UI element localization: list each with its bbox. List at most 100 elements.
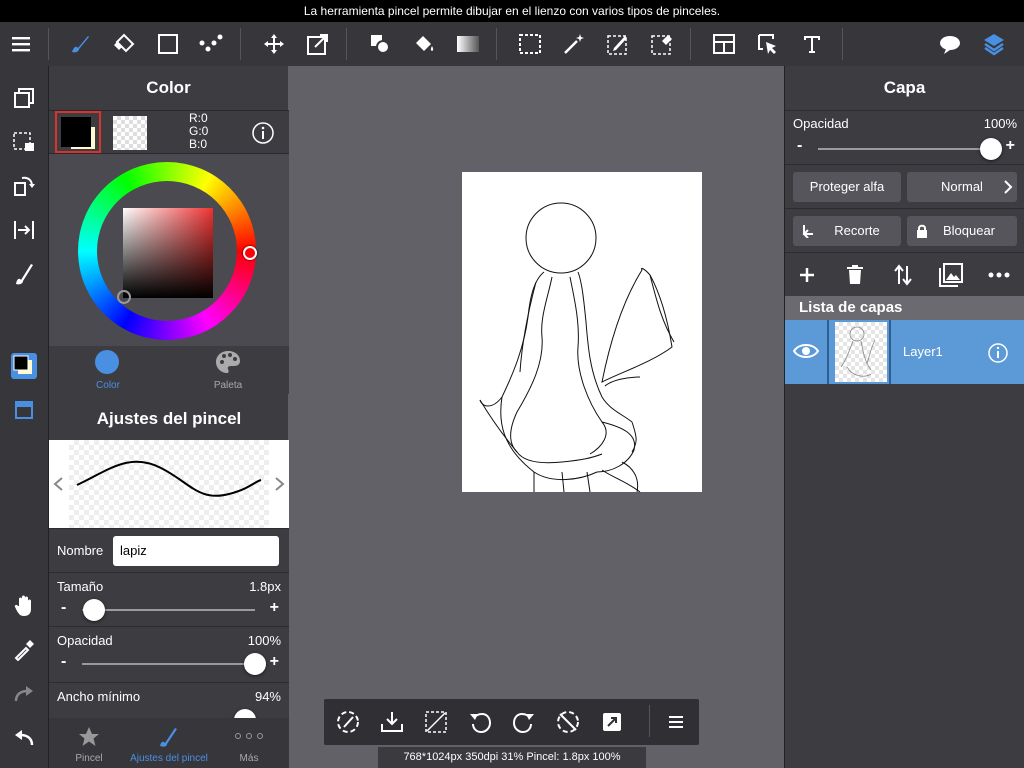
redo-icon[interactable]	[0, 674, 48, 714]
canvas-menu-icon[interactable]	[656, 700, 696, 744]
tab-brush-settings[interactable]: Ajustes del pincel	[129, 718, 209, 768]
opacity-increase-button[interactable]: +	[270, 653, 279, 671]
dots-icon[interactable]	[192, 22, 232, 66]
layer-opacity-row: Opacidad 100% - +	[785, 110, 1024, 164]
transform-icon[interactable]	[298, 22, 338, 66]
gradient-icon[interactable]	[448, 22, 488, 66]
move-icon[interactable]	[254, 22, 294, 66]
layer-opacity-track[interactable]	[818, 148, 991, 150]
star-icon	[79, 727, 99, 746]
chevron-right-icon	[275, 477, 285, 491]
flip-icon[interactable]	[0, 210, 48, 250]
color-brush-panel: Color R:0 G:0 B:0 Color Paleta Ajustes d…	[48, 66, 289, 768]
layer-thumbnail	[835, 322, 887, 382]
transparent-color-swatch[interactable]	[113, 116, 147, 150]
hand-icon[interactable]	[0, 586, 48, 626]
select-rect-icon[interactable]	[510, 22, 550, 66]
frame-icon[interactable]	[704, 22, 744, 66]
save-download-icon[interactable]	[372, 700, 412, 744]
drawing-canvas[interactable]	[462, 172, 702, 492]
add-layer-icon[interactable]	[787, 253, 827, 297]
brush-preview[interactable]	[49, 440, 289, 528]
primary-color-swatch[interactable]	[55, 111, 101, 153]
blend-mode-select[interactable]: Normal	[907, 172, 1017, 202]
color-swatch-icon[interactable]	[0, 346, 48, 386]
reset-view-icon[interactable]	[548, 700, 588, 744]
clear-selection-icon[interactable]	[416, 700, 456, 744]
rectangle-icon[interactable]	[148, 22, 188, 66]
rotate-right-icon[interactable]	[504, 700, 544, 744]
min-width-value: 94%	[254, 689, 281, 704]
opacity-slider-knob[interactable]	[244, 653, 266, 675]
status-bar: 768*1024px 350dpi 31% Pincel: 1.8px 100%	[378, 747, 646, 768]
palette-icon	[215, 350, 241, 374]
opacity-decrease-button[interactable]: -	[61, 653, 66, 671]
layer-name: Layer1	[903, 344, 943, 359]
sketch-drawing	[479, 202, 675, 492]
eyedropper-icon[interactable]	[0, 630, 48, 670]
brush-rail-icon[interactable]	[0, 254, 48, 294]
layers-icon[interactable]	[974, 22, 1014, 66]
layer-info-icon[interactable]	[987, 342, 1009, 364]
select-pen-icon[interactable]	[598, 22, 638, 66]
layer-panel-title: Capa	[883, 78, 926, 97]
size-slider-track[interactable]	[82, 609, 255, 611]
brush-icon[interactable]	[60, 22, 100, 66]
min-width-slider-knob[interactable]	[233, 709, 256, 718]
magic-wand-icon[interactable]	[554, 22, 594, 66]
share-icon[interactable]	[592, 700, 632, 744]
tab-palette[interactable]: Paleta	[169, 346, 287, 394]
layer-image-icon[interactable]	[931, 253, 971, 297]
layer-opacity-label: Opacidad	[793, 116, 849, 131]
size-slider-knob[interactable]	[83, 599, 106, 621]
bucket-icon[interactable]	[404, 22, 444, 66]
tab-more[interactable]: Más	[209, 718, 289, 768]
app-window: La herramienta pincel permite dibujar en…	[0, 0, 1024, 768]
info-icon[interactable]	[251, 121, 275, 145]
opacity-label: Opacidad	[57, 633, 113, 648]
protect-alpha-button[interactable]: Proteger alfa	[793, 172, 901, 202]
tab-color[interactable]: Color	[49, 346, 167, 394]
color-swatch-row: R:0 G:0 B:0	[49, 110, 289, 154]
clipping-button[interactable]: Recorte	[793, 216, 901, 246]
name-label: Nombre	[57, 543, 104, 558]
move-layer-icon[interactable]	[883, 253, 923, 297]
saturation-square[interactable]	[123, 208, 213, 298]
chevron-right-icon	[1004, 180, 1013, 194]
shape-fill-icon[interactable]	[360, 22, 400, 66]
left-tool-rail	[0, 66, 48, 768]
opacity-slider-track[interactable]	[82, 663, 255, 665]
eraser-icon[interactable]	[104, 22, 144, 66]
rotate-left-icon[interactable]	[460, 700, 500, 744]
speech-icon[interactable]	[930, 22, 970, 66]
brush-name-input[interactable]: lapiz	[113, 536, 279, 566]
layer-row[interactable]: Layer1	[785, 320, 1024, 384]
more-options-icon[interactable]	[979, 253, 1019, 297]
pointer-icon[interactable]	[748, 22, 788, 66]
hue-marker[interactable]	[243, 246, 257, 260]
layer-opacity-decrease[interactable]: -	[797, 137, 802, 155]
delete-layer-icon[interactable]	[835, 253, 875, 297]
select-eraser-icon[interactable]	[642, 22, 682, 66]
top-toolbar	[0, 22, 1024, 66]
layer-rail-icon[interactable]	[0, 390, 48, 430]
menu-icon[interactable]	[2, 22, 42, 66]
selection-icon[interactable]	[0, 122, 48, 162]
size-value: 1.8px	[249, 579, 281, 594]
layer-opacity-knob[interactable]	[980, 138, 1002, 160]
size-decrease-button[interactable]: -	[61, 599, 66, 617]
text-icon[interactable]	[792, 22, 832, 66]
copy-icon[interactable]	[0, 78, 48, 118]
rotate-icon[interactable]	[0, 166, 48, 206]
layer-opacity-increase[interactable]: +	[1006, 137, 1015, 155]
opacity-value: 100%	[247, 633, 281, 648]
canvas-action-bar	[324, 699, 699, 745]
undo-icon[interactable]	[0, 718, 48, 758]
eye-icon[interactable]	[793, 342, 819, 360]
rotate-reset-icon[interactable]	[328, 700, 368, 744]
lock-button[interactable]: Bloquear	[907, 216, 1017, 246]
size-increase-button[interactable]: +	[270, 599, 279, 617]
color-picker-marker[interactable]	[117, 290, 131, 304]
brush-bottom-tabs: Pincel Ajustes del pincel Más	[49, 718, 289, 768]
tab-brush[interactable]: Pincel	[49, 718, 129, 768]
